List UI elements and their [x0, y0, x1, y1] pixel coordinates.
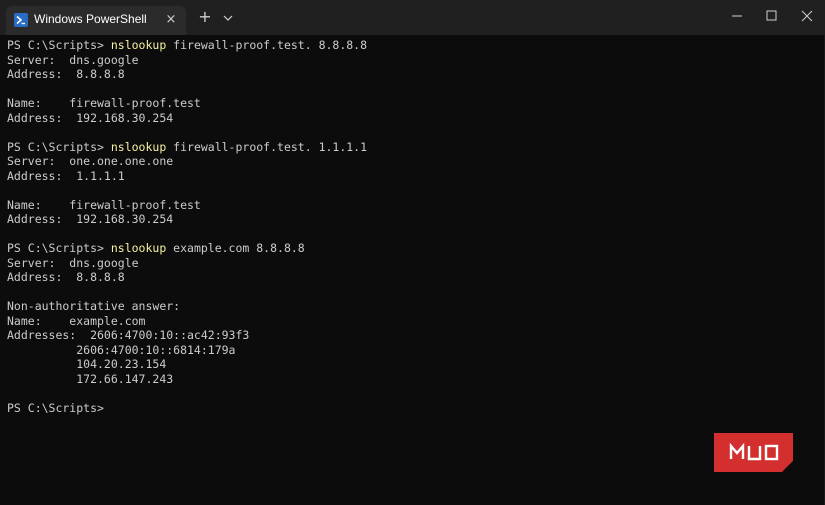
output-line: Name: firewall-proof.test: [7, 96, 201, 110]
close-tab-icon[interactable]: ×: [162, 11, 180, 29]
output-line: 2606:4700:10::6814:179a: [7, 342, 236, 357]
output-line: Address: 8.8.8.8: [7, 67, 125, 81]
command-args: firewall-proof.test. 8.8.8.8: [166, 38, 368, 52]
tab-windows-powershell[interactable]: Windows PowerShell ×: [6, 6, 186, 35]
prompt-text: PS C:\Scripts>: [7, 139, 111, 154]
output-line: Addresses: 2606:4700:10::ac42:93f3: [7, 328, 250, 342]
close-window-button[interactable]: [784, 0, 825, 32]
output-line: 172.66.147.243: [7, 371, 174, 386]
command-name: nslookup: [110, 139, 167, 154]
command-args: example.com 8.8.8.8: [166, 241, 305, 255]
prompt-line: PS C:\Scripts> nslookup firewall-proof.t…: [7, 38, 817, 53]
output-line: Server: one.one.one.one: [7, 154, 174, 168]
powershell-window: Windows PowerShell × + PS C:\Scripts> ns…: [0, 0, 825, 505]
powershell-icon: [14, 13, 28, 27]
output-line: Server: dns.google: [7, 255, 139, 270]
output-line: Address: 8.8.8.8: [7, 270, 125, 284]
output-line: Server: dns.google: [7, 52, 139, 67]
output-line: 104.20.23.154: [7, 357, 167, 371]
terminal-output[interactable]: PS C:\Scripts> nslookup firewall-proof.t…: [7, 38, 817, 498]
prompt-text: PS C:\Scripts>: [7, 38, 111, 52]
tab-title: Windows PowerShell: [34, 12, 147, 26]
command-name: nslookup: [110, 241, 167, 255]
prompt-text: PS C:\Scripts>: [7, 400, 111, 415]
new-tab-button[interactable]: +: [195, 7, 215, 27]
output-line: Address: 1.1.1.1: [7, 168, 125, 183]
prompt-text: PS C:\Scripts>: [7, 241, 111, 255]
prompt-line: PS C:\Scripts>: [7, 401, 817, 416]
command-args: firewall-proof.test. 1.1.1.1: [166, 139, 368, 154]
muo-watermark-logo: [714, 433, 793, 472]
prompt-line: PS C:\Scripts> nslookup firewall-proof.t…: [7, 140, 817, 155]
command-name: nslookup: [110, 38, 167, 52]
output-line: Name: example.com: [7, 313, 146, 328]
output-line: Name: firewall-proof.test: [7, 197, 201, 212]
chevron-down-icon: [223, 15, 233, 21]
output-line: Address: 192.168.30.254: [7, 110, 174, 125]
title-bar: Windows PowerShell × +: [0, 0, 825, 35]
prompt-line: PS C:\Scripts> nslookup example.com 8.8.…: [7, 241, 817, 256]
output-line: Address: 192.168.30.254: [7, 212, 174, 226]
close-icon: [801, 10, 813, 22]
output-line: Non-authoritative answer:: [7, 299, 181, 313]
tab-dropdown-button[interactable]: [219, 8, 237, 28]
